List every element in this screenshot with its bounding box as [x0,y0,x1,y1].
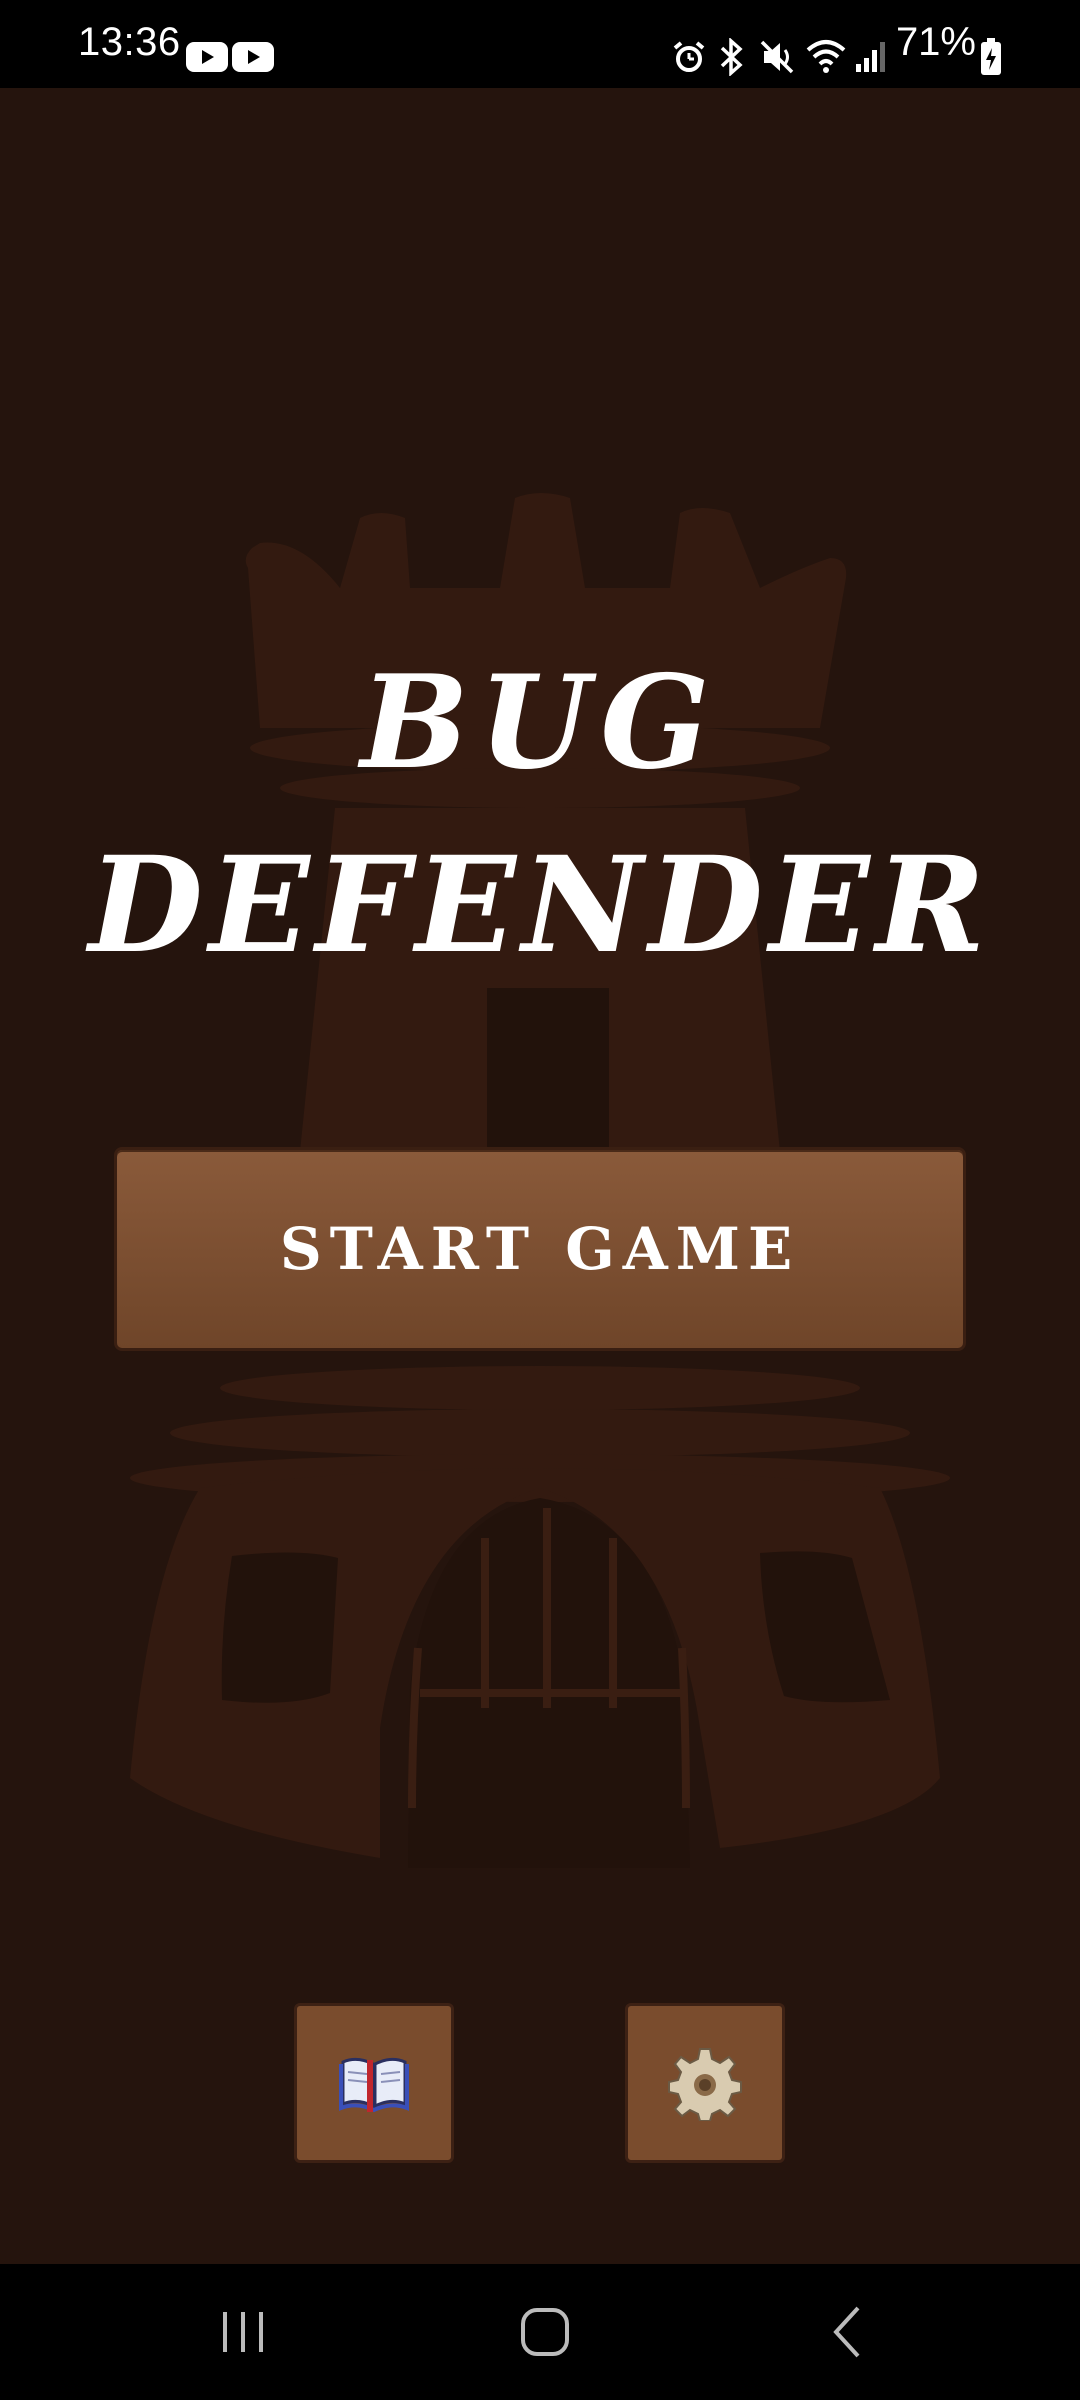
start-game-button[interactable]: START GAME [114,1147,966,1351]
game-title-line1: BUG [360,648,720,798]
battery-icon [981,38,1001,75]
mute-icon [760,40,794,74]
gear-icon [668,2048,742,2121]
youtube-icon [232,42,274,72]
game-title-line2: DEFENDER [88,828,992,983]
youtube-icon [186,42,228,72]
recents-icon[interactable] [213,2302,273,2362]
navigation-bar [0,2264,1080,2400]
status-time: 13:36 [78,20,181,64]
alarm-icon [673,41,705,72]
book-icon [339,2057,409,2113]
guide-book-button[interactable] [294,2003,454,2163]
game-screen: BUG DEFENDER START GAME [0,88,1080,2264]
battery-percent: 71% [895,20,976,64]
settings-button[interactable] [625,2003,785,2163]
back-icon[interactable] [818,2302,878,2362]
wifi-icon [806,40,846,73]
start-game-label: START GAME [279,1215,801,1283]
home-icon[interactable] [515,2302,575,2362]
signal-icon [856,42,885,72]
status-bar: 13:36 71% [0,0,1080,88]
bluetooth-icon [720,38,743,76]
